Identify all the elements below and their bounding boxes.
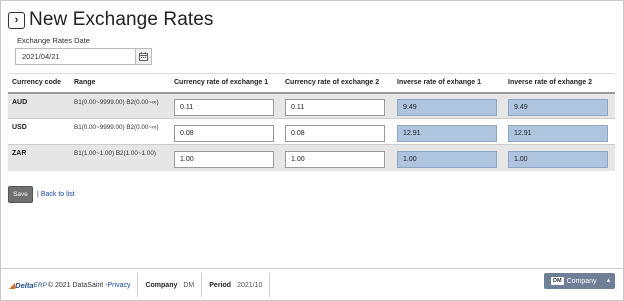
save-button[interactable]: Save <box>8 186 33 203</box>
period-value: 2021/10 <box>237 281 263 289</box>
range: B1(0.00~9999.00) B2(0.00~∞) <box>70 92 170 119</box>
header-inverse-1: Inverse rate of exhange 1 <box>393 73 504 94</box>
chevron-glyph: › <box>14 14 19 26</box>
rate-1-input[interactable]: 0.08 <box>174 124 274 142</box>
company-label: Company <box>145 281 178 289</box>
title-row: › New Exchange Rates <box>8 9 214 31</box>
currency-code: USD <box>8 118 70 145</box>
table-row: USD B1(0.00~9999.00) B2(0.00~∞) 0.08 0.0… <box>8 118 615 145</box>
header-rate-2: Currency rate of exchange 2 <box>281 73 393 94</box>
separator: | <box>37 191 39 198</box>
form-actions: Save | Back to list <box>8 186 75 203</box>
chevron-right-icon[interactable]: › <box>8 11 25 29</box>
table-row: ZAR B1(1.00~1.00) B2(1.00~1.00) 1.00 1.0… <box>8 144 615 171</box>
inverse-2-field: 9.49 <box>508 98 608 116</box>
calendar-icon-svg <box>139 52 148 61</box>
range: B1(1.00~1.00) B2(1.00~1.00) <box>70 144 170 171</box>
page-title: New Exchange Rates <box>29 9 214 30</box>
calendar-icon[interactable] <box>135 48 152 65</box>
privacy-link[interactable]: Privacy <box>108 282 131 289</box>
brand-delta-text: Delta <box>15 280 34 290</box>
copyright-text: © 2021 DataSaint - <box>47 281 108 289</box>
header-currency-code: Currency code <box>8 73 70 94</box>
header-range: Range <box>70 73 170 94</box>
currency-code: AUD <box>8 92 70 119</box>
exchange-rates-table: Currency code Range Currency rate of exc… <box>8 73 615 171</box>
back-to-list-link[interactable]: Back to list <box>41 191 75 198</box>
date-label: Exchange Rates Date <box>17 36 90 45</box>
period-label: Period <box>209 281 232 289</box>
inverse-2-field: 1.00 <box>508 150 608 168</box>
table-row: AUD B1(0.00~9999.00) B2(0.00~∞) 0.11 0.1… <box>8 92 615 119</box>
date-input[interactable]: 2021/04/21 <box>15 48 135 65</box>
brand-logo: ◢ Delta ERP <box>9 281 47 290</box>
brand-erp-text: ERP <box>33 281 47 289</box>
footer-divider <box>201 273 203 297</box>
inverse-1-field: 9.49 <box>397 98 497 116</box>
table-header-row: Currency code Range Currency rate of exc… <box>8 73 615 94</box>
header-inverse-2: Inverse rate of exhange 2 <box>504 73 615 94</box>
range: B1(0.00~9999.00) B2(0.00~∞) <box>70 118 170 145</box>
inverse-1-field: 12.91 <box>397 124 497 142</box>
currency-code: ZAR <box>8 144 70 171</box>
footer: ◢ Delta ERP © 2021 DataSaint - Privacy C… <box>0 268 624 301</box>
company-dropdown-button[interactable]: DM Company ▲ <box>544 273 615 289</box>
company-value: DM <box>183 281 195 289</box>
rate-1-input[interactable]: 1.00 <box>174 150 274 168</box>
rate-2-input[interactable]: 0.11 <box>285 98 385 116</box>
date-picker: 2021/04/21 <box>15 48 152 65</box>
inverse-2-field: 12.91 <box>508 124 608 142</box>
company-button-label: Company <box>566 277 597 285</box>
rate-1-input[interactable]: 0.11 <box>174 98 274 116</box>
header-rate-1: Currency rate of exchange 1 <box>170 73 281 94</box>
inverse-1-field: 1.00 <box>397 150 497 168</box>
rate-2-input[interactable]: 1.00 <box>285 150 385 168</box>
caret-up-icon: ▲ <box>605 278 612 284</box>
footer-divider <box>269 273 271 297</box>
rate-2-input[interactable]: 0.08 <box>285 124 385 142</box>
company-badge: DM <box>551 277 564 285</box>
footer-divider <box>137 273 139 297</box>
